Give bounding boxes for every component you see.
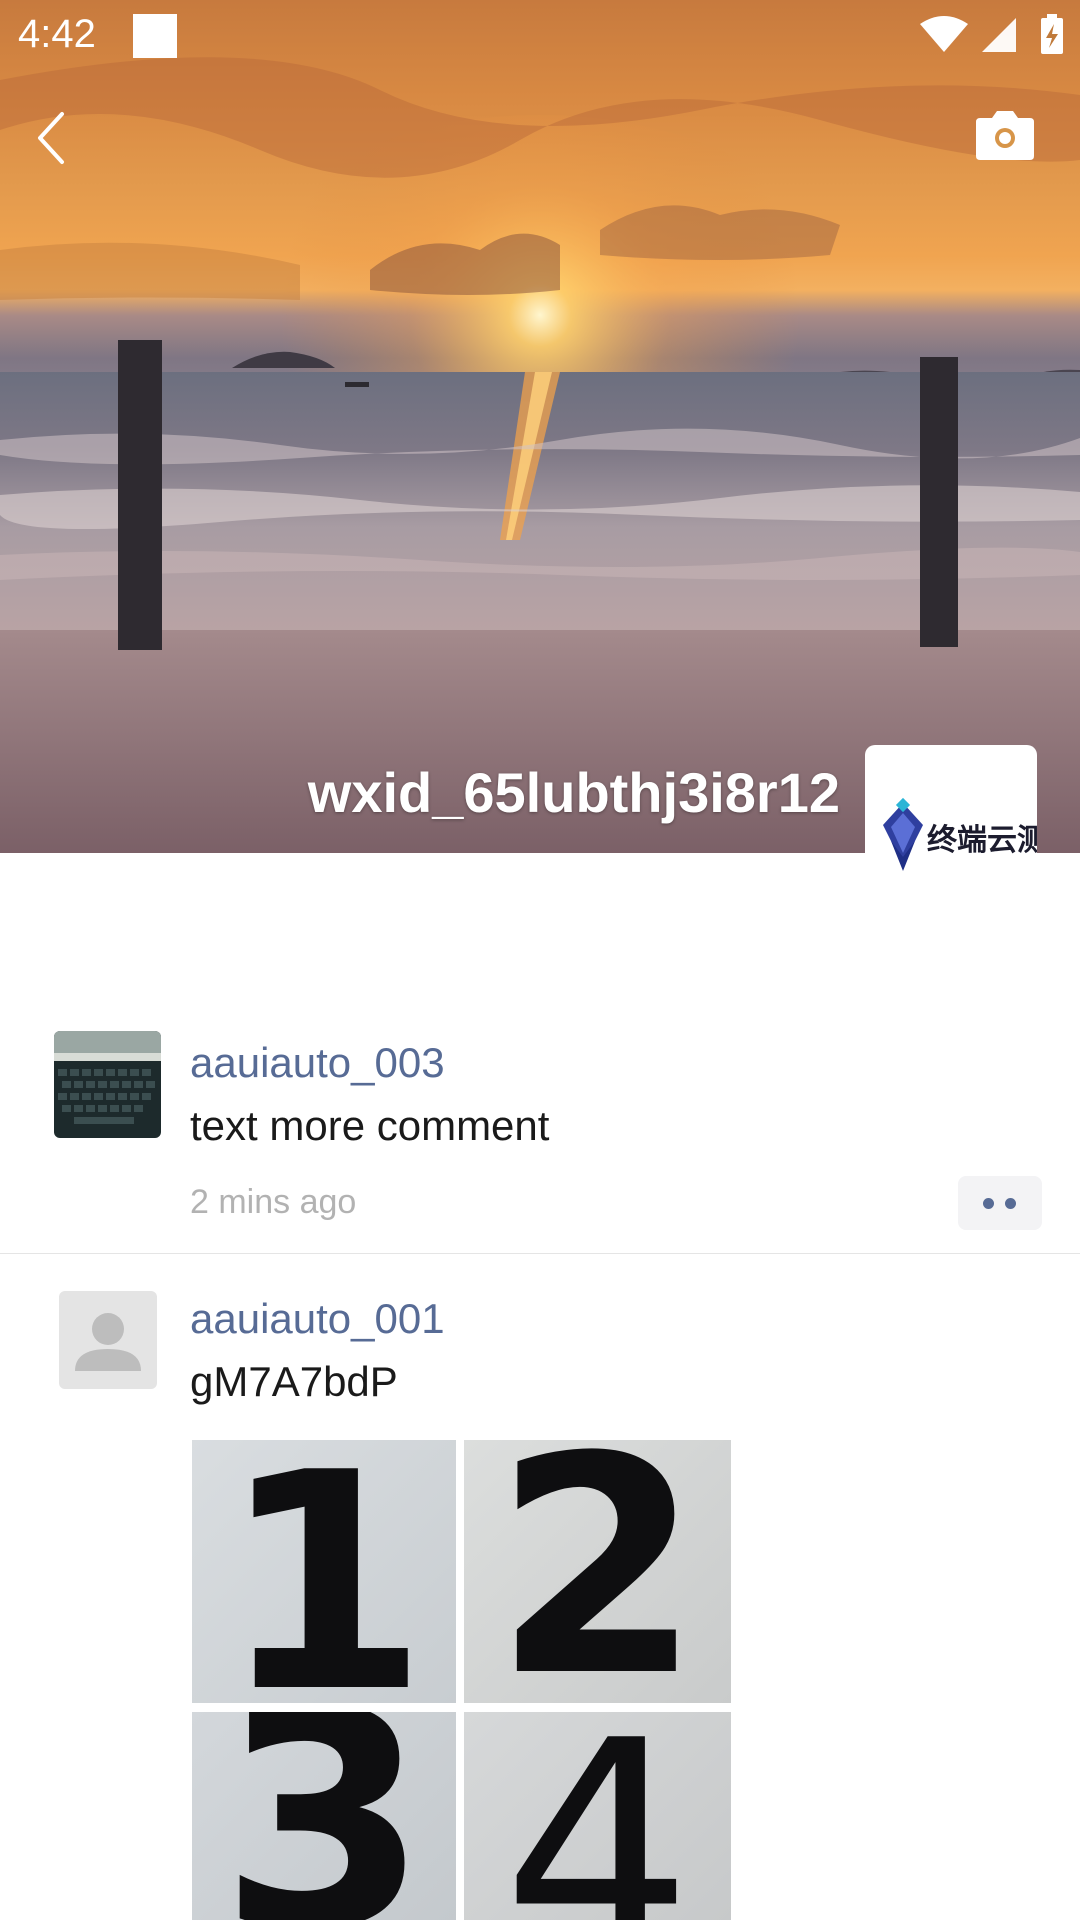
- default-user-icon: [75, 1313, 141, 1371]
- profile-name: wxid_65lubthj3i8r12: [307, 761, 840, 824]
- post-image-2[interactable]: 2: [464, 1440, 731, 1703]
- more-options-button[interactable]: [958, 1176, 1042, 1230]
- cover-photo[interactable]: 4:42 wxid_65lubthj3i8r12: [0, 0, 1080, 853]
- status-time: 4:42: [18, 12, 96, 56]
- user-avatar[interactable]: [59, 1291, 157, 1389]
- status-bar: 4:42: [0, 0, 1080, 75]
- post-image-digit: 3: [219, 1712, 429, 1920]
- status-icons: [920, 14, 1063, 54]
- chevron-left-icon: [38, 112, 64, 164]
- keyboard-photo-icon: [54, 1031, 161, 1138]
- username-link[interactable]: aauiauto_003: [190, 1039, 445, 1087]
- user-avatar[interactable]: [54, 1031, 161, 1138]
- post-image-digit: 1: [219, 1440, 429, 1703]
- post-image-4[interactable]: 4: [464, 1712, 731, 1920]
- more-dots-icon: [1005, 1198, 1016, 1209]
- wifi-icon: [920, 16, 968, 52]
- sunset-beach-image: [0, 57, 1080, 853]
- battery-charging-icon: [1041, 14, 1063, 54]
- cell-signal-icon: [982, 18, 1016, 52]
- post-image-1[interactable]: 1: [192, 1440, 456, 1703]
- username-link[interactable]: aauiauto_001: [190, 1295, 445, 1343]
- divider: [0, 1253, 1080, 1254]
- post-text: gM7A7bdP: [190, 1358, 398, 1405]
- post-image-digit: 2: [493, 1440, 702, 1703]
- post-image-digit: 4: [502, 1712, 693, 1920]
- post-image-3[interactable]: 3: [192, 1712, 456, 1920]
- post-timestamp: 2 mins ago: [190, 1183, 357, 1221]
- profile-avatar[interactable]: 终端云测: [865, 745, 1037, 917]
- more-dots-icon: [983, 1198, 994, 1209]
- back-button[interactable]: [30, 108, 80, 168]
- camera-icon: [976, 111, 1034, 160]
- logo-text: 终端云测: [927, 823, 1037, 858]
- notification-square-icon: [133, 14, 177, 58]
- post-text: text more comment: [190, 1102, 550, 1149]
- camera-button[interactable]: [972, 110, 1038, 162]
